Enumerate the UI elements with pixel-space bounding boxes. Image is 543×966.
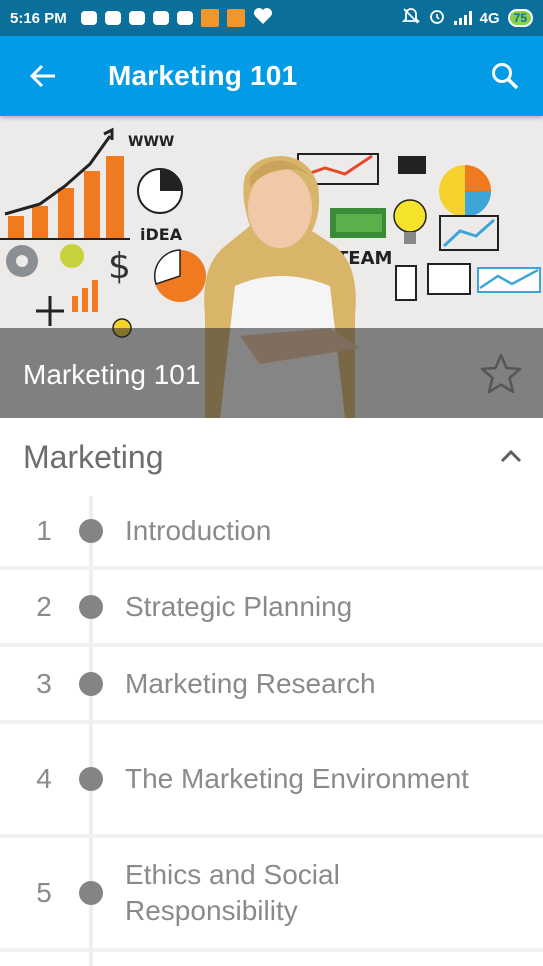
section-title: Marketing (23, 438, 164, 475)
battery-icon: 75 (507, 9, 533, 27)
page-title: Marketing 101 (108, 60, 298, 91)
timeline-dot (79, 881, 103, 905)
lesson-title: Ethics and Social Responsibility (125, 859, 340, 926)
lesson-number: 2 (36, 590, 52, 622)
list-item[interactable]: 5 Ethics and Social Responsibility (0, 838, 543, 948)
lesson-title: The Marketing Environment (125, 763, 469, 794)
lesson-number: 1 (36, 515, 52, 546)
divider (0, 720, 543, 724)
svg-text:WWW: WWW (128, 134, 174, 150)
mute-icon (401, 7, 420, 29)
teams-icon (128, 11, 145, 25)
timeline-dot (79, 671, 103, 696)
status-time: 5:16 PM (10, 9, 67, 27)
lesson-list: 1 Introduction 2 Strategic Planning 3 Ma… (0, 496, 543, 966)
app-notification-icon (104, 11, 121, 25)
lesson-title: Introduction (125, 515, 272, 546)
back-button[interactable] (0, 36, 86, 116)
list-item[interactable]: 3 Marketing Research (0, 647, 543, 720)
divider (0, 566, 543, 570)
app-notification-icon (80, 11, 97, 25)
divider (0, 834, 543, 838)
mail-icon (176, 11, 193, 25)
lesson-title: Marketing Research (125, 667, 376, 699)
section-header[interactable]: Marketing (0, 418, 543, 496)
lesson-title: Strategic Planning (125, 590, 353, 622)
svg-text:iDEA: iDEA (140, 225, 183, 244)
lesson-number: 5 (36, 877, 52, 908)
timeline-dot (79, 767, 103, 791)
status-bar: 5:16 PM 4G 75 (0, 0, 543, 36)
app-notification-icon (152, 11, 169, 25)
app-notification-icon (200, 9, 219, 27)
star-outline-icon (480, 353, 522, 394)
arrow-back-icon (29, 64, 55, 88)
search-icon (492, 63, 519, 90)
search-button[interactable] (467, 36, 543, 116)
list-item[interactable]: 2 Strategic Planning (0, 570, 543, 643)
hero-title: Marketing 101 (23, 359, 201, 390)
divider (0, 948, 543, 952)
list-item[interactable]: 1 Introduction (0, 496, 543, 566)
hero-caption: Marketing 101 (0, 328, 543, 418)
app-bar: Marketing 101 (0, 36, 543, 116)
app-notification-icon (226, 9, 245, 27)
timeline-dot (79, 519, 103, 543)
alarm-icon (428, 7, 446, 29)
signal-icon (453, 11, 472, 25)
chevron-up-icon (500, 449, 522, 463)
favorite-button[interactable] (477, 350, 525, 398)
network-type: 4G (479, 9, 500, 27)
svg-text:$: $ (108, 246, 131, 287)
lesson-number: 3 (36, 667, 52, 699)
list-item[interactable]: 4 The Marketing Environment (0, 724, 543, 834)
heart-icon (253, 7, 273, 29)
divider (0, 643, 543, 647)
course-hero-image: $ TEAM WWW iDEA Marketing 101 (0, 116, 543, 418)
lesson-number: 4 (36, 763, 52, 794)
timeline-dot (79, 594, 103, 619)
